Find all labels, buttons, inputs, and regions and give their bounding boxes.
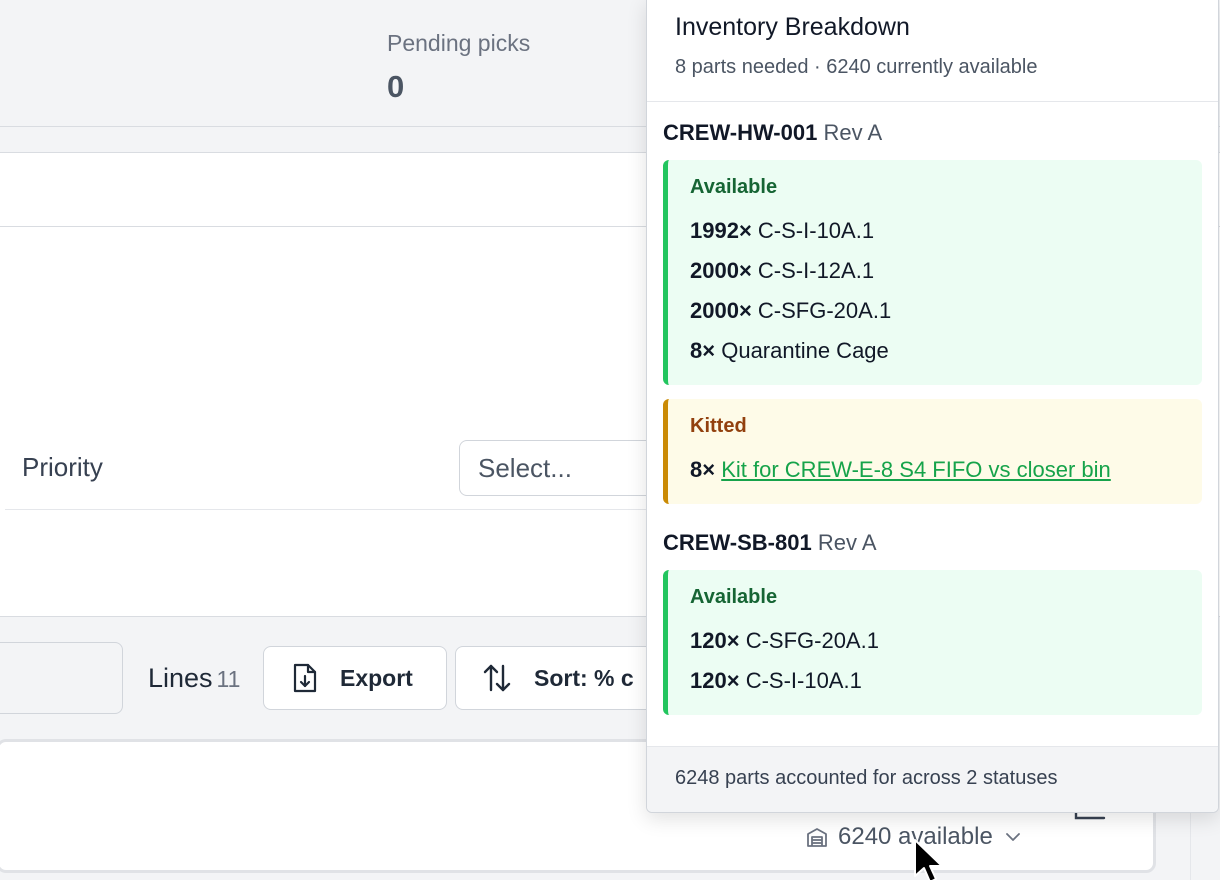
lines-heading: Lines 11: [148, 663, 240, 694]
part-rev: Rev A: [823, 120, 883, 145]
pending-picks-label: Pending picks: [387, 30, 531, 56]
row-qty: 8×: [690, 457, 716, 482]
pending-picks-stat: Pending picks 0: [387, 30, 530, 105]
available-label: Available: [690, 176, 778, 198]
warehouse-icon: [807, 828, 827, 847]
row-qty: 120×: [690, 668, 740, 693]
chevron-down-icon: [1005, 833, 1020, 841]
row-location: C-SFG-20A.1: [757, 298, 892, 323]
row-location: C-S-I-12A.1: [757, 258, 875, 283]
row-qty: 8×: [690, 338, 716, 363]
row-location: Quarantine Cage: [721, 338, 889, 363]
pending-picks-value: 0: [387, 69, 405, 104]
priority-label: Priority: [22, 452, 103, 482]
popover-footer: 6248 parts accounted for across 2 status…: [647, 746, 1218, 812]
lines-label: Lines: [148, 663, 213, 693]
lines-count: 11: [216, 666, 241, 692]
available-group: Available 120× C-SFG-20A.1 120× C-S-I-10…: [663, 570, 1202, 715]
popover-title: Inventory Breakdown: [675, 13, 910, 41]
search-input[interactable]: [0, 642, 123, 714]
part-number: CREW-SB-801: [663, 530, 812, 555]
kitted-label: Kitted: [690, 415, 747, 437]
inventory-row: 120× C-SFG-20A.1: [690, 621, 1178, 661]
popover-subtitle: 8 parts needed · 6240 currently availabl…: [675, 56, 1038, 78]
row-location: C-S-I-10A.1: [745, 668, 862, 693]
popover-header: Inventory Breakdown 8 parts needed · 624…: [647, 0, 1218, 102]
sort-label: Sort: % c: [534, 664, 634, 691]
row-qty: 1992×: [690, 218, 752, 243]
available-group: Available 1992× C-S-I-10A.1 2000× C-S-I-…: [663, 160, 1202, 385]
mouse-cursor-icon: [914, 839, 943, 880]
inventory-breakdown-popover: Inventory Breakdown 8 parts needed · 624…: [646, 0, 1219, 813]
popover-body: CREW-HW-001 Rev A Available 1992× C-S-I-…: [647, 102, 1218, 715]
inventory-row: 120× C-S-I-10A.1: [690, 661, 1178, 701]
export-label: Export: [340, 664, 413, 691]
inventory-row: 2000× C-SFG-20A.1: [690, 291, 1178, 331]
part-rev: Rev A: [817, 530, 877, 555]
available-label: Available: [690, 586, 778, 608]
kitted-group: Kitted 8× Kit for CREW-E-8 S4 FIFO vs cl…: [663, 399, 1202, 504]
part-number: CREW-HW-001: [663, 120, 818, 145]
sort-arrows-icon: [483, 664, 511, 692]
inventory-row: 8× Kit for CREW-E-8 S4 FIFO vs closer bi…: [690, 450, 1178, 490]
row-location: C-SFG-20A.1: [745, 628, 879, 653]
row-qty: 2000×: [690, 298, 752, 323]
row-qty: 2000×: [690, 258, 752, 283]
row-qty: 120×: [690, 628, 740, 653]
form-divider: [5, 509, 705, 510]
file-download-icon: [293, 663, 317, 693]
inventory-row: 1992× C-S-I-10A.1: [690, 211, 1178, 251]
part-header: CREW-SB-801 Rev A: [663, 530, 1202, 556]
part-header: CREW-HW-001 Rev A: [663, 120, 1202, 146]
inventory-row: 2000× C-S-I-12A.1: [690, 251, 1178, 291]
kit-link[interactable]: Kit for CREW-E-8 S4 FIFO vs closer bin: [721, 457, 1111, 482]
inventory-row: 8× Quarantine Cage: [690, 331, 1178, 371]
export-button[interactable]: Export: [263, 646, 447, 710]
row-location: C-S-I-10A.1: [757, 218, 875, 243]
